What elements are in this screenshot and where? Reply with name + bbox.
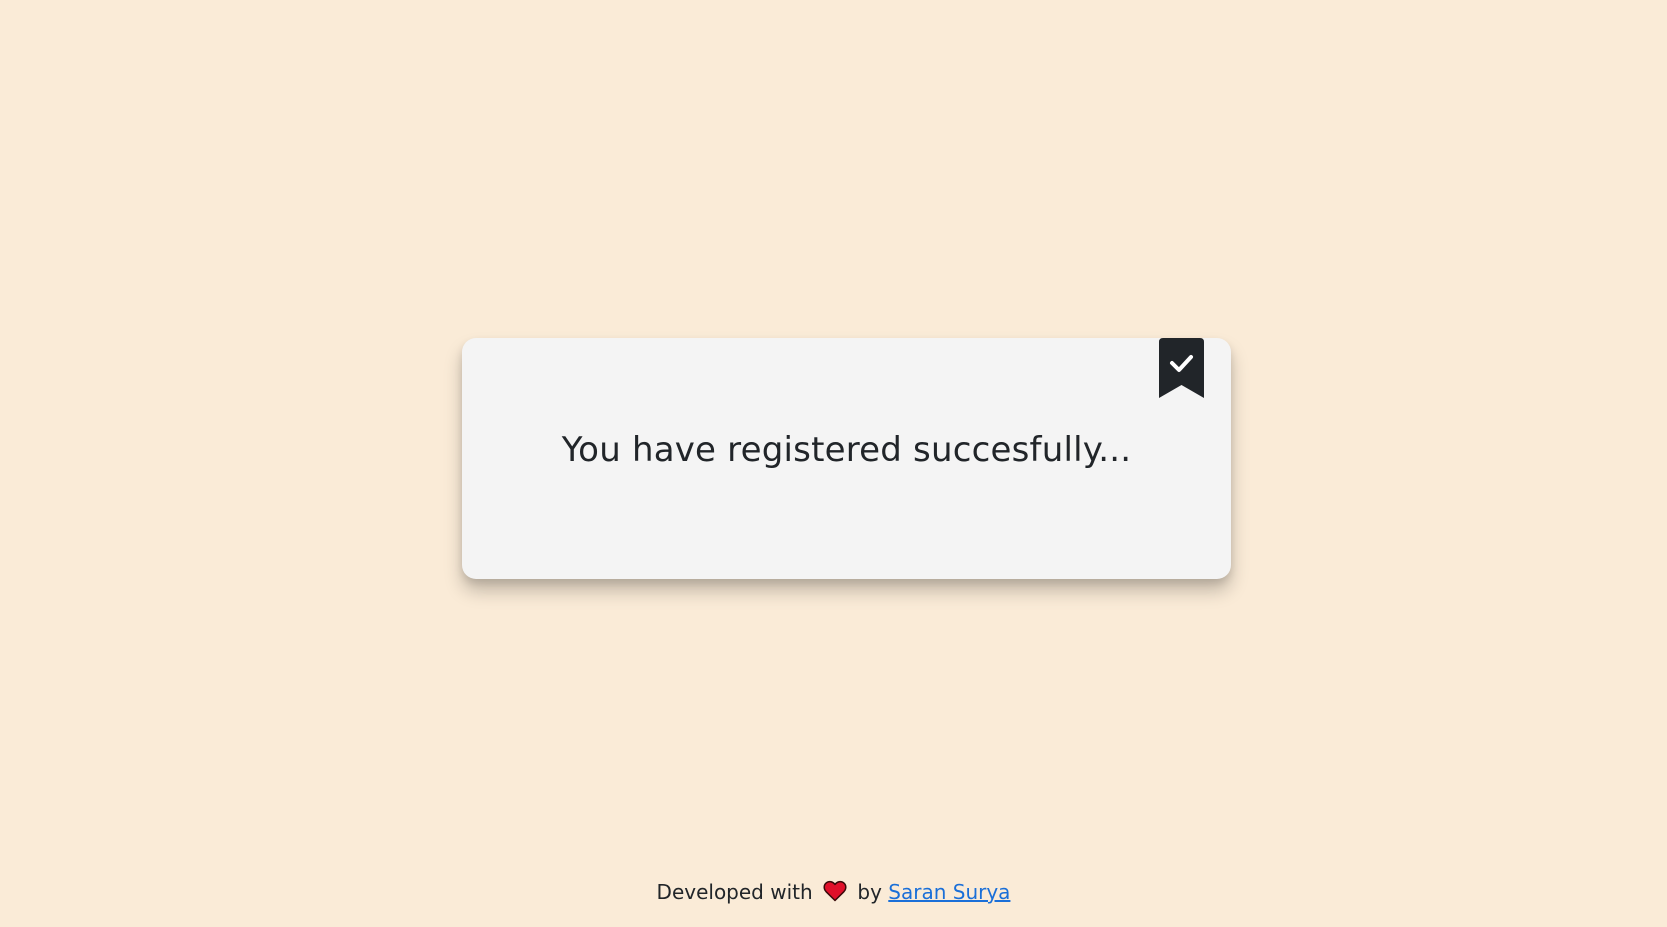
- heart-icon: [823, 880, 847, 907]
- author-link[interactable]: Saran Surya: [888, 880, 1010, 904]
- bookmark-check-icon: [1159, 338, 1204, 398]
- footer-by: by: [857, 880, 882, 904]
- page: You have registered succesfully... Devel…: [0, 0, 1667, 927]
- footer-prefix: Developed with: [656, 880, 813, 904]
- footer: Developed with by Saran Surya: [0, 880, 1667, 907]
- success-card: You have registered succesfully...: [462, 338, 1231, 579]
- success-message: You have registered succesfully...: [561, 430, 1132, 470]
